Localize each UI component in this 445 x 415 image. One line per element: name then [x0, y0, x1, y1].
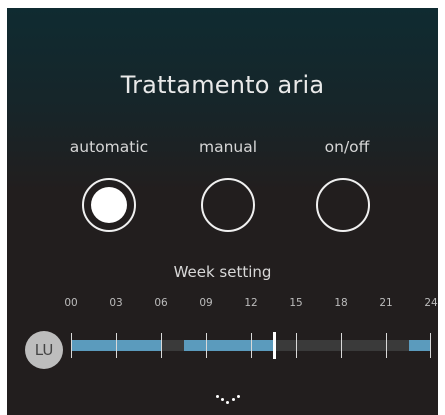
hour-label: 09 — [199, 297, 213, 309]
mode-radio-automatic[interactable] — [82, 178, 136, 232]
hour-tick — [341, 333, 342, 358]
schedule-timeline[interactable] — [71, 332, 431, 359]
hour-tick — [386, 333, 387, 358]
hour-label: 15 — [289, 297, 303, 309]
hour-label: 12 — [244, 297, 258, 309]
hour-label: 00 — [64, 297, 78, 309]
hour-tick — [206, 333, 207, 358]
mode-radio-manual[interactable] — [201, 178, 255, 232]
week-setting-label: Week setting — [173, 263, 272, 281]
radio-selected-dot — [91, 187, 127, 223]
hour-label: 21 — [379, 297, 393, 309]
current-time-cursor — [272, 332, 276, 359]
day-badge[interactable]: LU — [25, 331, 63, 369]
hour-label: 24 — [424, 297, 438, 309]
more-options-dots-icon[interactable] — [214, 393, 244, 405]
mode-label-automatic: automatic — [69, 138, 149, 156]
hour-label: 06 — [154, 297, 168, 309]
hour-tick — [296, 333, 297, 358]
hour-tick — [251, 333, 252, 358]
mode-label-manual: manual — [198, 138, 258, 156]
active-period-segment — [183, 340, 274, 351]
air-treatment-panel: Trattamento aria automatic manual on/off… — [7, 8, 438, 415]
mode-radio-onoff[interactable] — [316, 178, 370, 232]
mode-label-onoff: on/off — [324, 138, 370, 156]
hour-tick — [161, 333, 162, 358]
hour-tick — [430, 333, 431, 358]
active-period-segment — [408, 340, 431, 351]
hour-tick — [71, 333, 72, 358]
hour-label: 18 — [334, 297, 348, 309]
hour-tick — [116, 333, 117, 358]
hour-label: 03 — [109, 297, 123, 309]
page-title: Trattamento aria — [120, 71, 325, 99]
